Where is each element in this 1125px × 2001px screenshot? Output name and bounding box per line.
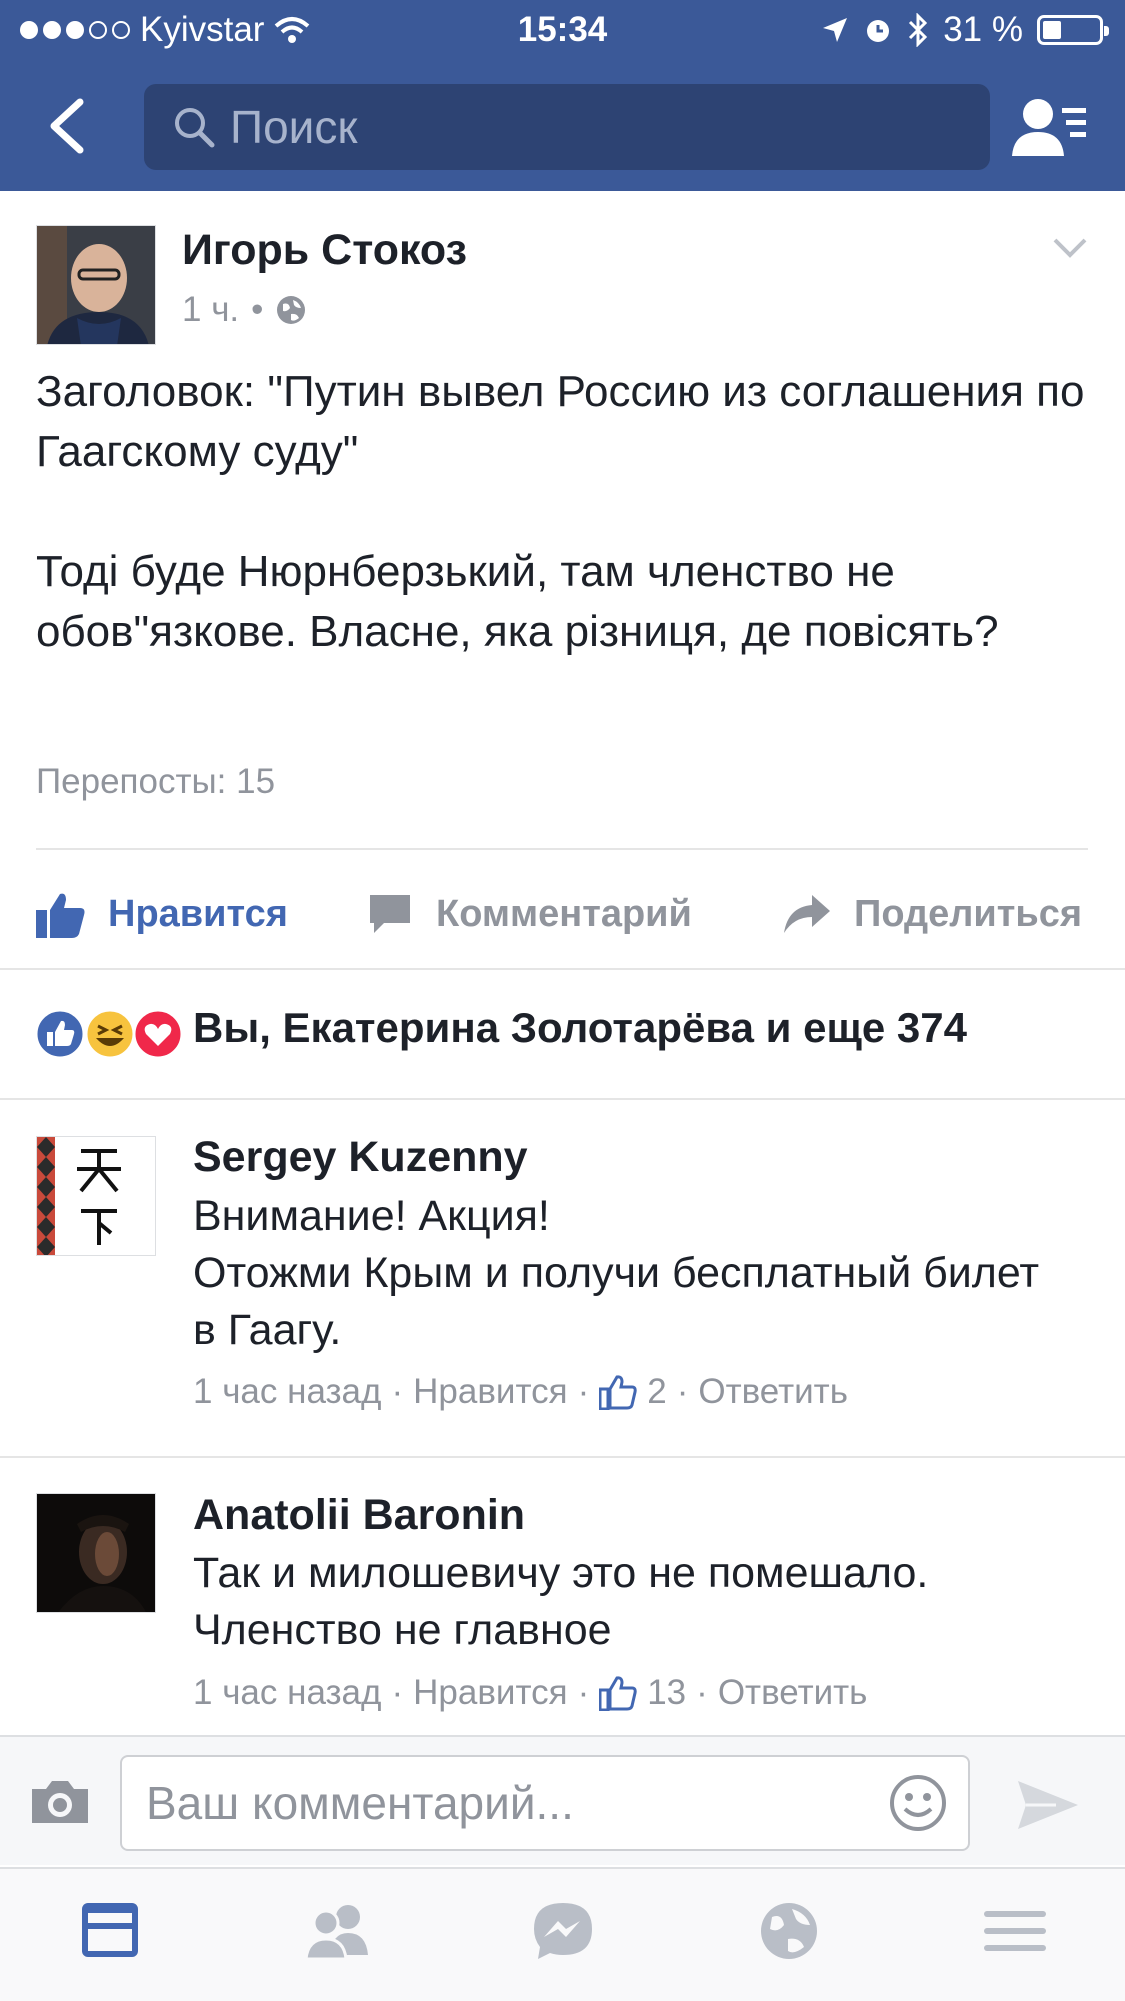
status-bar: Kyivstar 15:34 31 % xyxy=(0,0,1125,60)
post-meta: 1 ч. • xyxy=(182,290,307,330)
like-button[interactable]: Нравится xyxy=(36,880,288,948)
comment-meta: 1 час назад · Нравится · 2 · Ответить xyxy=(193,1372,848,1412)
comment-composer: Ваш комментарий... xyxy=(0,1735,1125,1865)
comment-meta: 1 час назад · Нравится · 13 · Ответить xyxy=(193,1673,868,1713)
tab-notifications-globe-icon[interactable] xyxy=(752,1899,826,1963)
comment-reply-link[interactable]: Ответить xyxy=(718,1673,868,1713)
reaction-icons xyxy=(34,1008,184,1060)
friend-requests-icon[interactable] xyxy=(1012,96,1090,160)
globe-icon xyxy=(277,296,306,324)
send-icon[interactable] xyxy=(1016,1777,1080,1833)
ornament-avatar-image xyxy=(37,1137,155,1255)
comment-time: 1 час назад xyxy=(193,1673,382,1712)
top-bar: Kyivstar 15:34 31 % Поиск xyxy=(0,0,1125,191)
comment-text: Внимание! Акция! Отожми Крым и получи бе… xyxy=(193,1188,1073,1359)
comment-input-placeholder: Ваш комментарий... xyxy=(146,1777,574,1829)
bluetooth-icon xyxy=(909,13,928,47)
comment-reply-link[interactable]: Ответить xyxy=(698,1372,848,1412)
comment-line: Так и милошевичу это не помешало. Членст… xyxy=(193,1549,929,1654)
post-text: Заголовок: "Путин вывел Россию из соглаш… xyxy=(36,362,1096,722)
commenter-avatar[interactable] xyxy=(36,1136,156,1256)
comment-like-count[interactable]: 13 xyxy=(647,1673,686,1713)
battery-icon xyxy=(1037,15,1109,45)
divider xyxy=(36,848,1088,850)
commenter-avatar[interactable] xyxy=(36,1493,156,1613)
comment-label: Комментарий xyxy=(436,892,692,935)
reactions-summary[interactable]: Вы, Екатерина Золотарёва и еще 374 xyxy=(0,1000,1125,1068)
post-actions: Нравится Комментарий Поделиться xyxy=(0,880,1125,948)
post-paragraph: Заголовок: "Путин вывел Россию из соглаш… xyxy=(36,367,1085,476)
comment-line: Внимание! Акция! xyxy=(193,1192,550,1240)
comment-input[interactable]: Ваш комментарий... xyxy=(120,1755,970,1851)
camera-icon[interactable] xyxy=(28,1777,92,1827)
post-author-name[interactable]: Игорь Стокоз xyxy=(182,226,467,275)
battery-percent: 31 % xyxy=(943,10,1023,49)
commenter-name[interactable]: Sergey Kuzenny xyxy=(193,1133,528,1182)
thumbs-up-icon xyxy=(599,1375,637,1410)
tab-bar xyxy=(0,1867,1125,2001)
tab-menu-icon[interactable] xyxy=(978,1899,1052,1963)
divider xyxy=(0,1098,1125,1100)
chevron-down-icon[interactable] xyxy=(1052,236,1088,260)
divider xyxy=(0,968,1125,970)
dark-portrait-image xyxy=(37,1494,155,1612)
comment-text: Так и милошевичу это не помешало. Членст… xyxy=(193,1545,1073,1659)
smiley-icon[interactable] xyxy=(888,1773,948,1833)
reactions-text: Вы, Екатерина Золотарёва и еще 374 xyxy=(193,1004,968,1051)
location-icon xyxy=(823,18,848,42)
comment-like-link[interactable]: Нравится xyxy=(413,1372,567,1412)
thumbs-up-icon xyxy=(599,1676,637,1711)
comment-icon xyxy=(370,895,410,933)
tab-news-feed-icon[interactable] xyxy=(74,1899,148,1963)
tab-friends-icon[interactable] xyxy=(300,1899,374,1963)
commenter-name[interactable]: Anatolii Baronin xyxy=(193,1491,525,1540)
share-button[interactable]: Поделиться xyxy=(782,880,1082,948)
divider xyxy=(0,1456,1125,1458)
meta-separator: • xyxy=(251,290,264,329)
share-arrow-icon xyxy=(784,895,830,933)
author-photo xyxy=(37,226,155,344)
comment-button[interactable]: Комментарий xyxy=(366,880,692,948)
search-bar[interactable]: Поиск xyxy=(144,84,990,170)
search-placeholder: Поиск xyxy=(230,101,358,153)
comment-like-link[interactable]: Нравится xyxy=(413,1673,567,1713)
thumbs-up-icon xyxy=(36,893,85,938)
post-paragraph: Тоді буде Нюрнберзький, там членство не … xyxy=(36,547,999,656)
comment-time: 1 час назад xyxy=(193,1372,382,1411)
post-time[interactable]: 1 ч. xyxy=(182,290,239,330)
comment-line: Отожми Крым и получи бесплатный билет в … xyxy=(193,1249,1040,1354)
tab-messenger-icon[interactable] xyxy=(526,1899,600,1963)
reposts-count[interactable]: Перепосты: 15 xyxy=(36,762,275,802)
comment-like-count[interactable]: 2 xyxy=(647,1372,666,1412)
share-label: Поделиться xyxy=(854,892,1083,935)
back-button[interactable] xyxy=(40,96,100,156)
search-icon xyxy=(175,108,215,148)
alarm-icon xyxy=(867,20,890,42)
author-avatar[interactable] xyxy=(36,225,156,345)
like-label: Нравится xyxy=(108,892,288,935)
